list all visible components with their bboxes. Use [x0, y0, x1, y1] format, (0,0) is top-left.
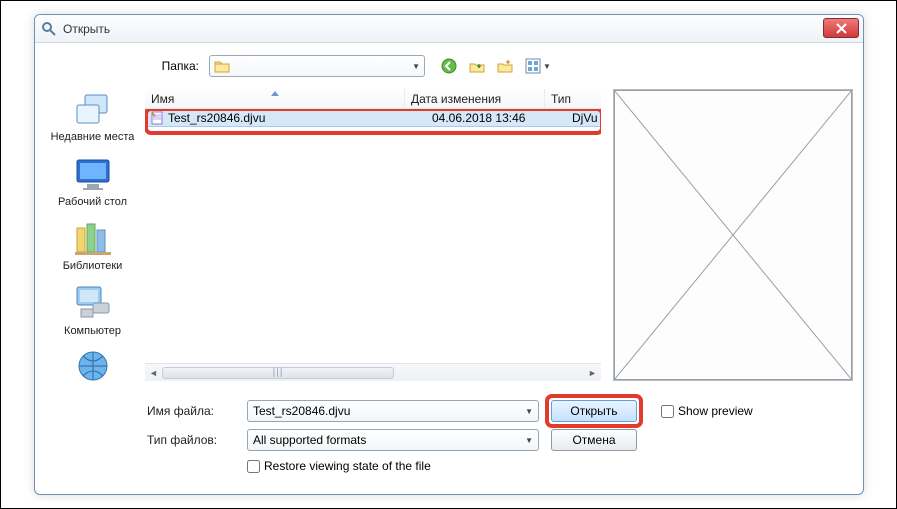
scroll-track[interactable]: |||	[162, 367, 584, 379]
lookin-label: Папка:	[142, 59, 209, 73]
restore-view-checkbox[interactable]	[247, 460, 260, 473]
file-row[interactable]: Test_rs20846.djvu 04.06.2018 13:46 DjVu …	[145, 109, 601, 127]
horizontal-scrollbar[interactable]: ◄ ||| ►	[145, 363, 601, 381]
libraries-icon	[71, 218, 115, 258]
toolbar-icons: ▼	[437, 55, 555, 77]
app-icon	[41, 21, 57, 37]
filename-label: Имя файла:	[147, 404, 247, 418]
desktop-icon	[71, 154, 115, 194]
computer-icon	[71, 283, 115, 323]
show-preview-label: Show preview	[678, 404, 753, 418]
scroll-right-arrow[interactable]: ►	[584, 364, 601, 381]
places-bar: Недавние места Рабочий стол Библиотеки	[45, 89, 140, 390]
recent-places-icon	[71, 89, 115, 129]
place-computer[interactable]: Компьютер	[45, 283, 140, 338]
restore-view-label: Restore viewing state of the file	[264, 459, 431, 473]
screenshot-frame: Открыть Папка: ▼	[0, 0, 897, 509]
dialog-title: Открыть	[63, 22, 110, 36]
up-one-level-button[interactable]	[465, 55, 489, 77]
place-label: Компьютер	[45, 325, 140, 338]
view-menu-button[interactable]: ▼	[521, 55, 555, 77]
open-file-dialog: Открыть Папка: ▼	[34, 14, 864, 495]
back-button[interactable]	[437, 55, 461, 77]
chevron-down-icon: ▼	[412, 62, 420, 71]
place-desktop[interactable]: Рабочий стол	[45, 154, 140, 209]
file-type: DjVu Doc.	[566, 111, 600, 125]
titlebar[interactable]: Открыть	[35, 15, 863, 43]
chevron-down-icon: ▼	[543, 62, 551, 71]
column-type[interactable]: Тип	[545, 89, 601, 108]
place-recent[interactable]: Недавние места	[45, 89, 140, 144]
dialog-body: Папка: ▼	[35, 43, 863, 494]
filename-value: Test_rs20846.djvu	[253, 404, 350, 418]
new-folder-button[interactable]	[493, 55, 517, 77]
open-button[interactable]: Открыть	[551, 400, 637, 422]
column-name[interactable]: Имя	[145, 89, 405, 108]
place-label: Рабочий стол	[45, 196, 140, 209]
chevron-down-icon: ▼	[525, 407, 533, 416]
folder-icon	[214, 59, 230, 73]
lookin-row: Папка: ▼	[142, 53, 851, 79]
filetype-label: Тип файлов:	[147, 433, 247, 447]
file-list: Имя Дата изменения Тип Test_rs20846.djvu…	[145, 89, 601, 381]
chevron-down-icon: ▼	[525, 436, 533, 445]
scroll-left-arrow[interactable]: ◄	[145, 364, 162, 381]
filetype-value: All supported formats	[253, 433, 366, 447]
place-label: Недавние места	[45, 131, 140, 144]
close-button[interactable]	[823, 18, 859, 38]
filetype-combo[interactable]: All supported formats ▼	[247, 429, 539, 451]
file-date: 04.06.2018 13:46	[426, 111, 566, 125]
place-libraries[interactable]: Библиотеки	[45, 218, 140, 273]
column-headers: Имя Дата изменения Тип	[145, 89, 601, 109]
lookin-combo[interactable]: ▼	[209, 55, 425, 77]
bottom-controls: Имя файла: Test_rs20846.djvu ▼ Открыть S…	[147, 399, 853, 480]
column-date[interactable]: Дата изменения	[405, 89, 545, 108]
cancel-button[interactable]: Отмена	[551, 429, 637, 451]
show-preview-checkbox[interactable]	[661, 405, 674, 418]
place-network[interactable]	[45, 348, 140, 390]
filename-combo[interactable]: Test_rs20846.djvu ▼	[247, 400, 539, 422]
file-rows[interactable]: Test_rs20846.djvu 04.06.2018 13:46 DjVu …	[145, 109, 601, 363]
place-label: Библиотеки	[45, 260, 140, 273]
file-icon	[149, 111, 165, 125]
preview-pane	[613, 89, 853, 381]
scroll-thumb[interactable]: |||	[162, 367, 394, 379]
network-icon	[71, 348, 115, 388]
file-name: Test_rs20846.djvu	[168, 111, 426, 125]
